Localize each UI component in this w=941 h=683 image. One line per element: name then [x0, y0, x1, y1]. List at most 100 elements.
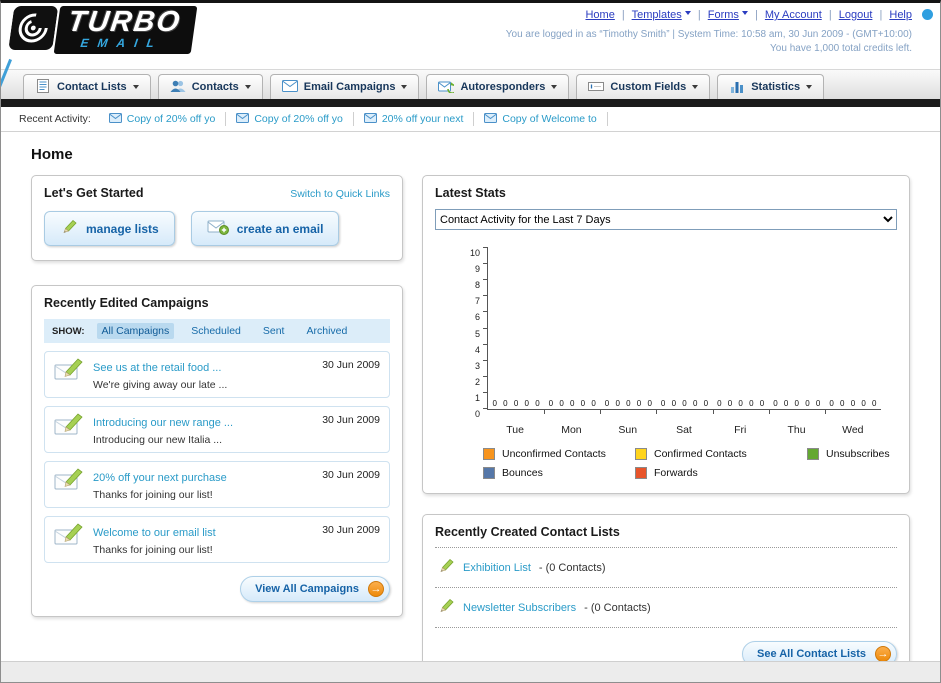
y-axis-label: 1: [474, 392, 480, 403]
y-axis-tick: [483, 359, 488, 361]
chart-group: 0 0 0 0 0: [712, 248, 769, 414]
y-axis-label: 9: [474, 264, 480, 275]
contact-lists-icon: [35, 78, 51, 96]
switch-quick-links-link[interactable]: Switch to Quick Links: [290, 188, 390, 200]
x-axis-tick: [712, 409, 714, 414]
nav-tab-autoresponders[interactable]: Autoresponders: [426, 74, 570, 99]
legend-swatch-confirmed: [635, 448, 647, 460]
filter-tab-scheduled[interactable]: Scheduled: [186, 323, 246, 339]
chart-value-labels: 0 0 0 0 0: [717, 399, 765, 408]
stats-period-select[interactable]: Contact Activity for the Last 7 Days: [435, 209, 897, 230]
top-nav-home[interactable]: Home: [585, 9, 614, 21]
contact-list-row: Newsletter Subscribers - (0 Contacts): [435, 588, 897, 628]
chevron-down-icon: [684, 11, 691, 18]
recent-activity-link[interactable]: 20% off your next: [382, 113, 464, 125]
email-campaigns-icon: [281, 79, 298, 95]
legend-swatch-bounces: [483, 467, 495, 479]
top-nav-forms[interactable]: Forms: [708, 9, 739, 21]
pencil-icon: [60, 218, 78, 239]
campaign-edit-icon: [54, 413, 84, 440]
recent-activity-link[interactable]: Copy of 20% off yo: [254, 113, 343, 125]
contact-list-row: Exhibition List - (0 Contacts): [435, 548, 897, 588]
campaign-title-link[interactable]: See us at the retail food ...: [93, 362, 221, 374]
x-axis-label: Sat: [676, 424, 692, 436]
campaign-title-link[interactable]: 20% off your next purchase: [93, 472, 227, 484]
recent-activity-item: Copy of Welcome to: [474, 112, 608, 126]
nav-tab-email-campaigns[interactable]: Email Campaigns: [269, 74, 420, 99]
view-all-campaigns-button[interactable]: View All Campaigns →: [240, 576, 390, 602]
latest-stats-panel: Latest Stats Contact Activity for the La…: [422, 175, 910, 494]
create-email-label: create an email: [236, 221, 324, 236]
chevron-down-icon: [401, 85, 408, 92]
separator: |: [879, 9, 883, 21]
chart-legend: Unconfirmed Contacts Confirmed Contacts …: [483, 448, 897, 479]
contact-list-link[interactable]: Newsletter Subscribers: [463, 602, 576, 614]
nav-tab-label: Contacts: [191, 81, 239, 93]
y-axis-tick: [483, 311, 488, 313]
footer-strip: [1, 661, 940, 682]
chevron-down-icon: [692, 85, 699, 92]
campaign-date: 30 Jun 2009: [322, 359, 380, 371]
contact-list-count: - (0 Contacts): [538, 561, 606, 574]
campaign-edit-icon: [54, 523, 84, 550]
campaign-title-link[interactable]: Introducing our new range ...: [93, 417, 233, 429]
campaign-subtitle: Introducing our new Italia ...: [93, 434, 222, 446]
credits-info: You have 1,000 total credits left.: [770, 43, 912, 54]
legend-item: Unsubscribes: [807, 448, 897, 460]
separator: |: [828, 9, 832, 21]
y-axis-label: 2: [474, 376, 480, 387]
filter-tab-all-campaigns[interactable]: All Campaigns: [96, 323, 175, 339]
nav-tab-statistics[interactable]: Statistics: [717, 74, 825, 99]
chevron-down-icon: [806, 85, 813, 92]
x-axis-tick: [600, 409, 602, 414]
nav-tab-contacts[interactable]: Contacts: [157, 74, 263, 99]
filter-tab-archived[interactable]: Archived: [301, 323, 352, 339]
campaign-title-link[interactable]: Welcome to our email list: [93, 527, 216, 539]
y-axis-label: 0: [474, 409, 480, 419]
legend-label: Unconfirmed Contacts: [502, 448, 606, 460]
legend-label: Confirmed Contacts: [654, 448, 747, 460]
page-title: Home: [31, 146, 73, 163]
y-axis-tick: [483, 327, 488, 329]
activity-chart: 0 0 0 0 0 0 0 0 0 0 0 0 0 0 0 0 0 0 0 0 0 0 …: [435, 244, 897, 436]
nav-tab-custom-fields[interactable]: Custom Fields: [576, 74, 711, 99]
contact-list-link[interactable]: Exhibition List: [463, 562, 531, 574]
get-started-title: Let's Get Started: [44, 186, 144, 200]
legend-item: Confirmed Contacts: [635, 448, 807, 460]
manage-lists-button[interactable]: manage lists: [44, 211, 175, 246]
contact-lists-panel: Recently Created Contact Lists Exhibitio…: [422, 514, 910, 682]
campaign-row: 20% off your next purchase Thanks for jo…: [44, 461, 390, 508]
campaign-row: Welcome to our email list Thanks for joi…: [44, 516, 390, 563]
chart-value-labels: 0 0 0 0 0: [548, 399, 596, 408]
create-email-button[interactable]: create an email: [190, 211, 340, 246]
chart-x-labels: Tue Mon Sun Sat Fri Thu Wed: [487, 418, 881, 436]
top-nav: Home | Templates | Forms | My Account | …: [506, 9, 912, 21]
header: TURBO EMAIL Home | Templates | Forms | M…: [1, 3, 940, 107]
chart-group: 0 0 0 0 0: [768, 248, 825, 414]
chart-plot: 0 0 0 0 0 0 0 0 0 0 0 0 0 0 0 0 0 0 0 0 0 0 …: [470, 247, 881, 419]
top-nav-my-account[interactable]: My Account: [765, 9, 822, 21]
see-all-contact-lists-label: See All Contact Lists: [756, 648, 866, 660]
recent-activity-link[interactable]: Copy of Welcome to: [502, 113, 596, 125]
show-label: SHOW:: [52, 325, 85, 337]
campaign-date: 30 Jun 2009: [322, 524, 380, 536]
legend-item: Unconfirmed Contacts: [483, 448, 635, 460]
filter-tab-sent[interactable]: Sent: [258, 323, 290, 339]
envelope-icon: [484, 112, 498, 126]
app-window: TURBO EMAIL Home | Templates | Forms | M…: [0, 0, 941, 683]
recent-activity-bar: Recent Activity: Copy of 20% off yo Copy…: [1, 107, 940, 132]
nav-divider-bar: [1, 99, 940, 107]
top-nav-logout[interactable]: Logout: [839, 9, 873, 21]
chart-group: 0 0 0 0 0: [544, 248, 600, 414]
nav-tab-contact-lists[interactable]: Contact Lists: [23, 74, 151, 99]
chart-value-labels: 0 0 0 0 0: [660, 399, 709, 408]
top-nav-help[interactable]: Help: [889, 9, 912, 21]
recent-campaigns-title: Recently Edited Campaigns: [44, 296, 209, 310]
campaign-subtitle: Thanks for joining our list!: [93, 544, 213, 556]
recent-campaigns-panel: Recently Edited Campaigns SHOW: All Camp…: [31, 285, 403, 617]
recent-activity-link[interactable]: Copy of 20% off yo: [127, 113, 216, 125]
arrow-right-icon: →: [875, 646, 891, 662]
y-axis-label: 6: [474, 312, 480, 323]
chart-value-labels: 0 0 0 0 0: [604, 399, 652, 408]
top-nav-templates[interactable]: Templates: [632, 9, 682, 21]
